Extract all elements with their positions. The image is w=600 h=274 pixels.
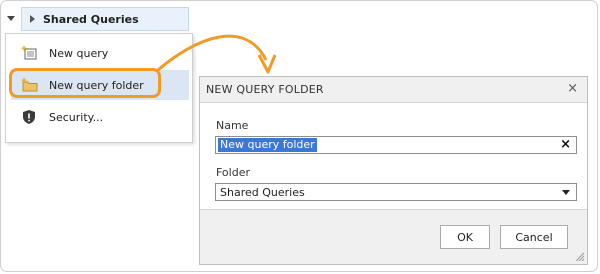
ok-button[interactable]: OK [440, 225, 490, 249]
dialog-titlebar: NEW QUERY FOLDER × [200, 77, 587, 102]
name-label: Name [216, 119, 249, 132]
dialog-title: NEW QUERY FOLDER [206, 83, 324, 96]
new-query-folder-dialog: NEW QUERY FOLDER × Name New query folder… [199, 76, 588, 265]
resize-grip-icon[interactable] [574, 251, 584, 261]
name-input-value[interactable]: New query folder [218, 138, 317, 152]
dialog-content: Name New query folder × Folder Shared Qu… [200, 102, 587, 210]
expand-arrow-icon[interactable] [30, 15, 35, 23]
close-icon[interactable]: × [567, 81, 578, 96]
menu-item-label: Security... [49, 110, 104, 124]
collapse-caret-icon[interactable] [7, 16, 15, 21]
callout-highlight-ring [9, 68, 161, 98]
clear-icon[interactable]: × [560, 137, 571, 153]
menu-item-label: New query [49, 46, 109, 60]
name-input[interactable]: New query folder × [215, 136, 577, 154]
folder-select[interactable]: Shared Queries [215, 183, 577, 201]
tree-node-shared-queries[interactable]: Shared Queries [21, 7, 189, 31]
new-query-icon [20, 45, 43, 61]
cancel-button[interactable]: Cancel [500, 225, 568, 249]
tree-node-label: Shared Queries [43, 12, 139, 26]
menu-item-security[interactable]: Security... [11, 102, 189, 132]
shield-icon [21, 109, 43, 125]
folder-select-value: Shared Queries [220, 185, 305, 199]
folder-label: Folder [216, 166, 250, 179]
menu-item-new-query[interactable]: New query [11, 38, 189, 68]
chevron-down-icon[interactable] [562, 190, 570, 195]
